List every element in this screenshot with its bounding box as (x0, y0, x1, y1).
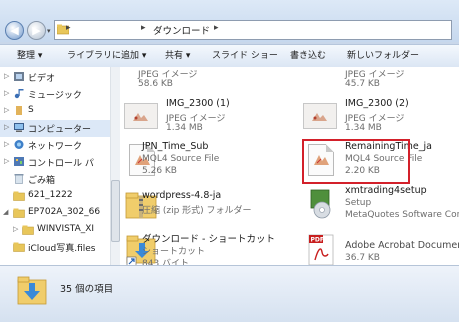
item-count: 35 個の項目 (60, 284, 114, 295)
folder-icon (13, 207, 25, 218)
file-size: 5.26 KB (142, 166, 177, 176)
nav-scrollbar-thumb[interactable] (111, 180, 120, 242)
new-folder-button[interactable]: 新しいフォルダー (347, 48, 419, 61)
nav-item-computer[interactable]: ▷ コンピューター (0, 120, 118, 137)
add-to-library-button[interactable]: ライブラリに追加 ▾ (67, 48, 146, 61)
file-size: 1.34 MB (345, 123, 382, 133)
file-name: JPN_Time_Sub (142, 141, 209, 152)
image-thumbnail-icon (303, 103, 337, 129)
file-name: ダウンロード - ショートカット (142, 234, 275, 245)
breadcrumb-separator[interactable]: ▸ (141, 23, 146, 33)
collapse-arrow-icon[interactable]: ◢ (3, 208, 8, 216)
file-item-img2300-2[interactable]: IMG_2300 (2) JPEG イメージ 1.34 MB (302, 97, 452, 135)
nav-item-user-folder[interactable]: ▷ S (0, 103, 118, 120)
expand-arrow-icon[interactable]: ▷ (4, 123, 9, 131)
file-name: wordpress-4.8-ja (142, 190, 222, 201)
nav-item-network[interactable]: ▷ ネットワーク (0, 137, 118, 154)
file-name: IMG_2300 (1) (166, 98, 230, 109)
share-button[interactable]: 共有 ▾ (165, 48, 190, 61)
organize-button[interactable]: 整理 ▾ (17, 48, 42, 61)
breadcrumb-separator[interactable]: ▸ (66, 23, 71, 33)
folder-icon (13, 241, 25, 252)
file-publisher: MetaQuotes Software Corp. (345, 210, 459, 220)
highlight-annotation (302, 139, 410, 184)
file-size: 45.7 KB (345, 79, 380, 89)
nav-item-folder-621[interactable]: 621_1222 (0, 188, 118, 205)
file-name: xmtrading4setup (345, 185, 427, 196)
file-size: 1.34 MB (166, 123, 203, 133)
network-icon (13, 139, 25, 150)
file-type: MQL4 Source File (142, 154, 220, 164)
folder-icon (13, 190, 25, 201)
downloads-folder-icon (16, 273, 50, 307)
nav-item-control-panel[interactable]: ▷ コントロール パ (0, 154, 118, 171)
computer-icon (13, 122, 25, 133)
file-item-downloads-shortcut[interactable]: ダウンロード - ショートカット ショートカット 843 バイト (123, 231, 298, 269)
recycle-bin-icon (13, 173, 25, 184)
music-library-icon (13, 88, 25, 99)
nav-item-folder-winvista[interactable]: ▷ WINVISTA_XI (0, 222, 118, 239)
expand-arrow-icon[interactable]: ▷ (4, 89, 9, 97)
file-type: 圧縮 (zip 形式) フォルダー (142, 206, 252, 216)
folder-icon (22, 224, 34, 235)
burn-button[interactable]: 書き込む (290, 48, 326, 61)
file-size: 36.7 KB (345, 253, 380, 263)
breadcrumb-separator[interactable]: ▸ (214, 23, 219, 33)
slideshow-button[interactable]: スライド ショー (212, 48, 278, 61)
file-item-pdf[interactable]: PDF Adobe Acrobat Document 36.7 KB (305, 233, 459, 267)
nav-item-folder-icloud[interactable]: iCloud写真.files (0, 239, 118, 256)
pdf-file-icon: PDF (308, 234, 334, 266)
image-thumbnail-icon (124, 103, 158, 129)
forward-button[interactable]: ▶ (27, 21, 46, 40)
user-folder-icon (13, 105, 25, 116)
breadcrumb-user-folder[interactable] (71, 23, 137, 36)
file-type: Setup (345, 198, 372, 208)
expand-arrow-icon[interactable]: ▷ (4, 72, 9, 80)
file-name: IMG_2300 (2) (345, 98, 409, 109)
recent-pages-dropdown[interactable]: ▾ (47, 27, 51, 35)
file-item-jpn-time-sub[interactable]: JPN_Time_Sub MQL4 Source File 5.26 KB (123, 141, 293, 181)
control-panel-icon (13, 156, 25, 167)
nav-item-videos[interactable]: ▷ ビデオ (0, 69, 118, 86)
file-item-xmtrading-setup[interactable]: xmtrading4setup Setup MetaQuotes Softwar… (305, 185, 459, 225)
file-item-wordpress-zip[interactable]: wordpress-4.8-ja 圧縮 (zip 形式) フォルダー (123, 189, 298, 225)
expand-arrow-icon[interactable]: ▷ (13, 225, 18, 233)
svg-text:PDF: PDF (311, 237, 324, 244)
nav-item-recycle-bin[interactable]: ごみ箱 (0, 171, 118, 188)
expand-arrow-icon[interactable]: ▷ (4, 157, 9, 165)
breadcrumb-current-folder[interactable]: ダウンロード (153, 23, 210, 37)
expand-arrow-icon[interactable]: ▷ (4, 140, 9, 148)
expand-arrow-icon[interactable]: ▷ (4, 106, 9, 114)
file-type: Adobe Acrobat Document (345, 240, 459, 251)
back-button[interactable]: ◀ (5, 21, 24, 40)
nav-item-folder-ep702a[interactable]: ◢ EP702A_302_66 (0, 205, 118, 222)
nav-item-music[interactable]: ▷ ミュージック (0, 86, 118, 103)
file-size: 58.6 KB (138, 79, 173, 89)
installer-icon (307, 188, 337, 220)
video-library-icon (13, 71, 25, 82)
